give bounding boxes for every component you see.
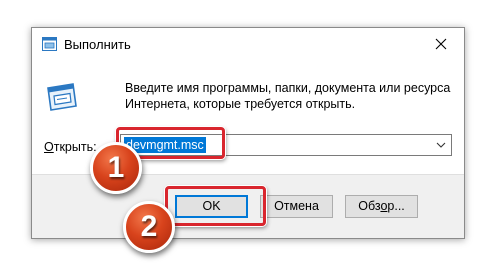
browse-label-prefix: Обз — [358, 199, 381, 213]
close-icon — [435, 38, 447, 50]
run-program-icon — [47, 83, 77, 111]
prompt-line-2: Интернета, которые требуется открыть. — [125, 97, 356, 111]
open-label: Открыть: — [44, 140, 97, 154]
step-1-badge: 1 — [90, 142, 142, 194]
step-2-badge: 2 — [123, 201, 175, 253]
highlight-ok-button — [165, 186, 266, 226]
screenshot: Выполнить Введите имя программы, папки, … — [0, 0, 495, 272]
browse-button[interactable]: Обзор... — [345, 195, 418, 218]
prompt-line-1: Введите имя программы, папки, документа … — [125, 81, 451, 95]
prompt-text: Введите имя программы, папки, документа … — [125, 80, 455, 112]
cancel-button[interactable]: Отмена — [260, 195, 333, 218]
window-title: Выполнить — [64, 37, 131, 52]
browse-label-suffix: р... — [387, 199, 405, 213]
close-button[interactable] — [418, 28, 464, 60]
open-label-text: ткрыть: — [53, 140, 97, 154]
open-label-accesskey: О — [44, 140, 54, 154]
chevron-down-icon[interactable] — [435, 139, 447, 151]
run-dialog-icon — [42, 37, 57, 51]
title-bar: Выполнить — [32, 28, 464, 62]
